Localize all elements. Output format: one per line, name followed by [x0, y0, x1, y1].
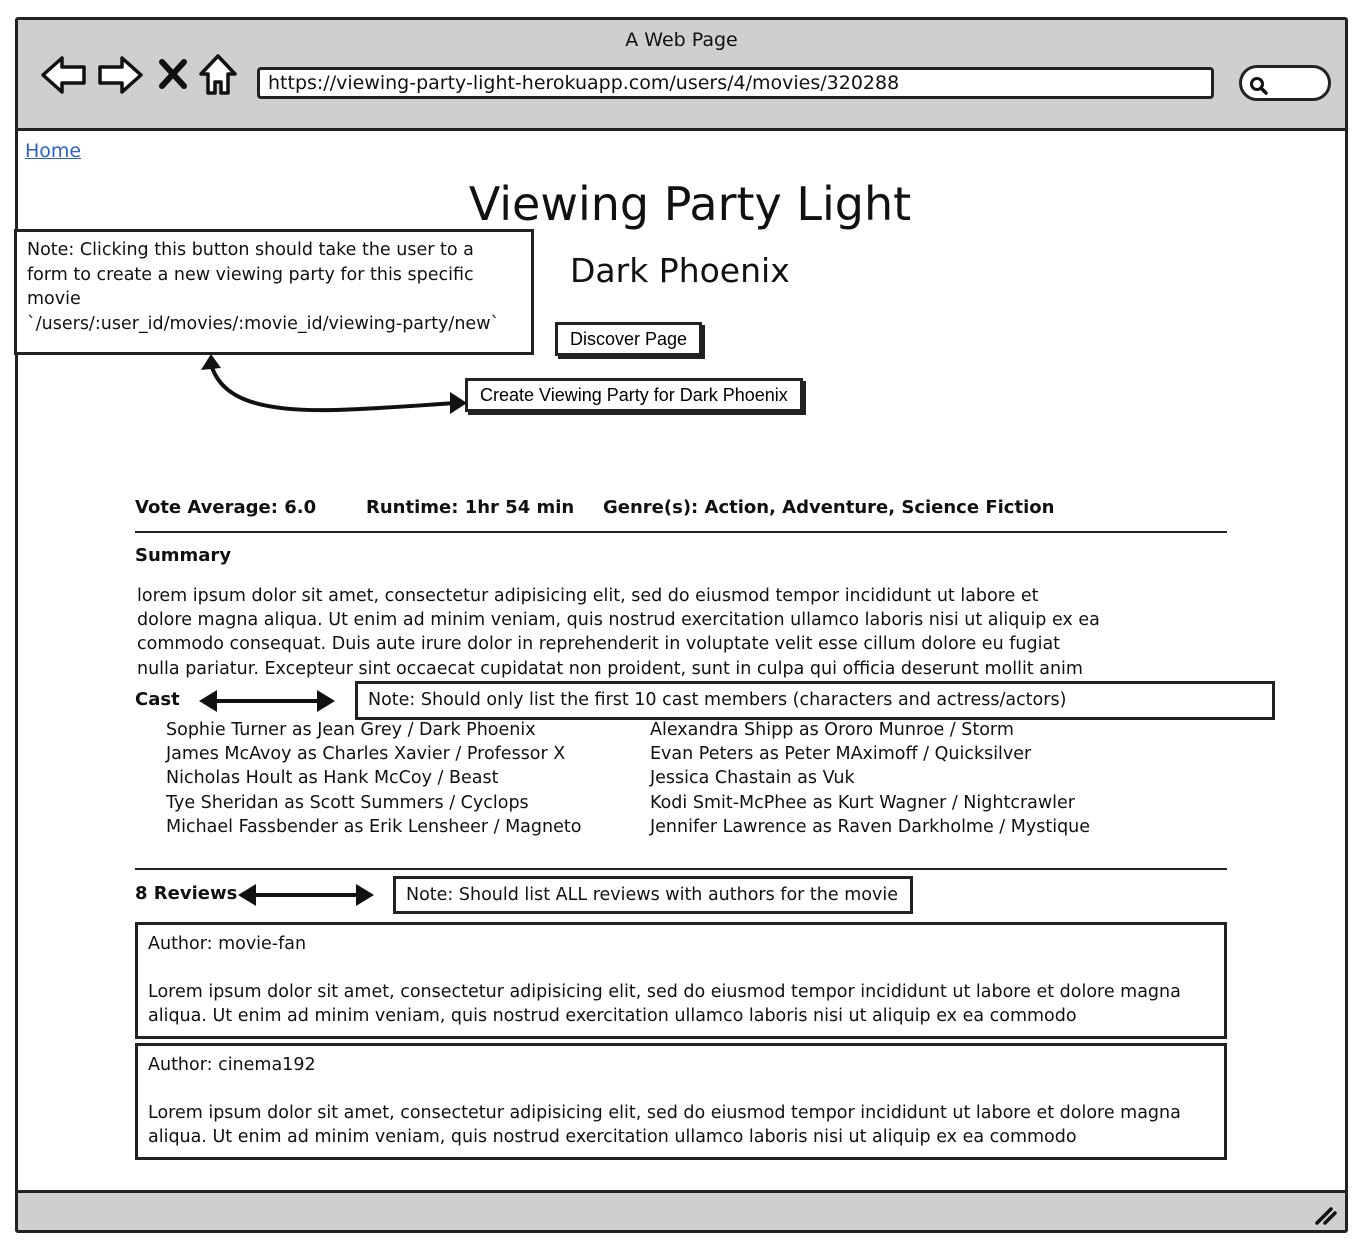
review-body: Lorem ipsum dolor sit amet, consectetur … — [148, 1103, 1181, 1148]
cast-member: Tye Sheridan as Scott Summers / Cyclops — [166, 792, 529, 813]
summary-line: dolore magna aliqua. Ut enim ad minim ve… — [137, 610, 1100, 631]
create-party-note: Note: Clicking this button should take t… — [14, 229, 534, 355]
browser-toolbar: A Web Page https://viewing-party-light-h… — [18, 20, 1345, 131]
cast-member: Nicholas Hoult as Hank McCoy / Beast — [166, 768, 499, 789]
divider — [135, 868, 1227, 870]
window-title: A Web Page — [625, 29, 738, 51]
note-line: form to create a new viewing party for t… — [27, 264, 474, 285]
summary-line: lorem ipsum dolor sit amet, consectetur … — [137, 586, 1039, 606]
review-card: Author: cinema192 Lorem ipsum dolor sit … — [135, 1043, 1227, 1160]
cast-member: Jennifer Lawrence as Raven Darkholme / M… — [650, 816, 1091, 837]
note-line: `/users/:user_id/movies/:movie_id/viewin… — [27, 313, 500, 334]
home-link[interactable]: Home — [25, 140, 81, 162]
cast-member: Michael Fassbender as Erik Lensheer / Ma… — [166, 816, 582, 837]
forward-arrow-icon[interactable] — [96, 54, 144, 96]
summary-heading: Summary — [135, 545, 232, 566]
close-icon[interactable] — [158, 58, 188, 90]
home-icon[interactable] — [198, 53, 238, 97]
reviews-heading: 8 Reviews — [135, 883, 238, 904]
runtime: Runtime: 1hr 54 min — [366, 497, 575, 518]
review-body: Lorem ipsum dolor sit amet, consectetur … — [148, 982, 1181, 1027]
cast-list-left: Sophie Turner as Jean Grey / Dark Phoeni… — [166, 718, 581, 839]
back-arrow-icon[interactable] — [40, 54, 88, 96]
cast-member: James McAvoy as Charles Xavier / Profess… — [166, 744, 566, 765]
divider — [135, 531, 1227, 533]
note-line: Note: Clicking this button should take t… — [27, 240, 474, 260]
cast-member: Kodi Smit-McPhee as Kurt Wagner / Nightc… — [650, 792, 1075, 813]
search-icon — [1250, 77, 1268, 95]
review-author: Author: movie-fan — [148, 934, 307, 954]
review-card: Author: movie-fan Lorem ipsum dolor sit … — [135, 922, 1227, 1039]
summary-line: nulla pariatur. Excepteur sint occaecat … — [137, 658, 1083, 679]
vote-average: Vote Average: 6.0 — [135, 497, 317, 518]
cast-member: Alexandra Shipp as Ororo Munroe / Storm — [650, 720, 1014, 740]
double-arrow-icon — [197, 688, 337, 714]
cast-member: Evan Peters as Peter MAximoff / Quicksil… — [650, 744, 1032, 765]
create-viewing-party-button[interactable]: Create Viewing Party for Dark Phoenix — [465, 378, 803, 412]
cast-member: Sophie Turner as Jean Grey / Dark Phoeni… — [166, 720, 536, 740]
summary-text: lorem ipsum dolor sit amet, consectetur … — [137, 584, 1137, 681]
cast-heading: Cast — [135, 689, 180, 710]
double-arrow-icon — [236, 882, 376, 908]
page-title: Viewing Party Light — [468, 177, 912, 231]
annotation-arrow-icon — [195, 352, 470, 417]
address-bar[interactable]: https://viewing-party-light-herokuapp.co… — [257, 67, 1214, 99]
summary-line: commodo consequat. Duis aute irure dolor… — [137, 634, 1061, 655]
cast-note: Note: Should only list the first 10 cast… — [355, 681, 1275, 720]
search-field[interactable] — [1239, 65, 1331, 101]
note-line: movie — [27, 289, 81, 309]
reviews-note: Note: Should list ALL reviews with autho… — [393, 876, 913, 914]
cast-member: Jessica Chastain as Vuk — [650, 768, 855, 789]
resize-grip-icon[interactable] — [1313, 1203, 1337, 1225]
discover-page-button[interactable]: Discover Page — [555, 322, 703, 356]
movie-title: Dark Phoenix — [570, 251, 790, 290]
genres: Genre(s): Action, Adventure, Science Fic… — [603, 497, 1055, 518]
review-author: Author: cinema192 — [148, 1055, 316, 1075]
cast-list-right: Alexandra Shipp as Ororo Munroe / Storm … — [650, 718, 1090, 839]
browser-status-bar — [18, 1190, 1345, 1230]
